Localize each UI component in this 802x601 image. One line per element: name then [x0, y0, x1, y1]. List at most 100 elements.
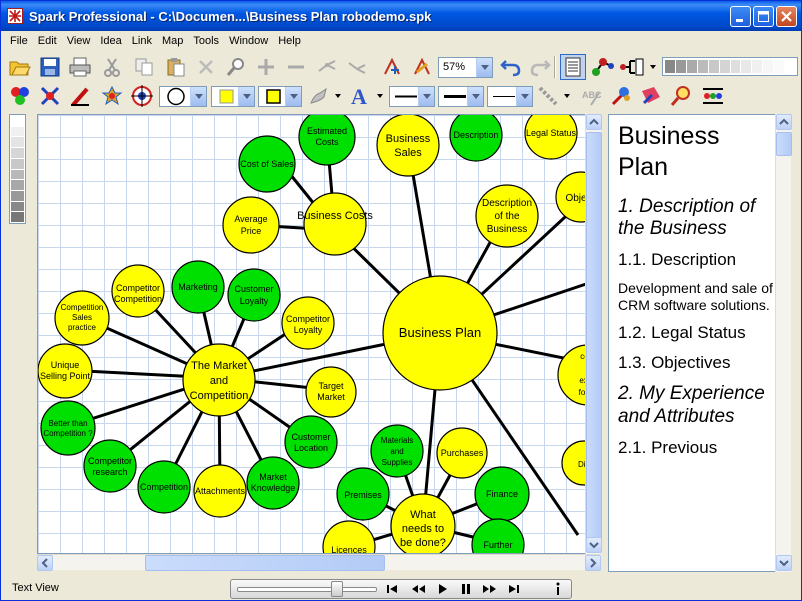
scroll-thumb[interactable]: [586, 132, 602, 552]
pause-icon[interactable]: [455, 581, 477, 597]
svg-text:CompetitorCompetition: Competitor Competition: [114, 283, 162, 304]
maximize-button[interactable]: [753, 6, 774, 27]
menu-file[interactable]: File: [5, 35, 33, 47]
menu-edit[interactable]: Edit: [33, 35, 62, 47]
mind-map-svg: Business Plan Business Costs Cost of Sal…: [38, 115, 600, 554]
menu-window[interactable]: Window: [224, 35, 273, 47]
tag-icon[interactable]: [608, 83, 634, 109]
chevron-down-icon[interactable]: [285, 87, 301, 106]
save-icon[interactable]: [37, 54, 63, 80]
map-horizontal-scrollbar[interactable]: [37, 554, 601, 571]
text-view-heading: 1. Description of the Business: [618, 195, 756, 239]
shape-select[interactable]: [159, 86, 207, 107]
scroll-left-button[interactable]: [37, 555, 53, 571]
redo-icon[interactable]: [527, 54, 553, 80]
map-vertical-scrollbar[interactable]: [585, 114, 602, 554]
title-bar[interactable]: Spark Professional - C:\Documen...\Busin…: [1, 1, 801, 31]
expand-branch-icon[interactable]: [315, 54, 341, 80]
color-wheel-icon[interactable]: [99, 83, 125, 109]
chevron-down-icon[interactable]: [335, 94, 341, 98]
star-burst-icon[interactable]: [37, 83, 63, 109]
minimize-button[interactable]: [730, 6, 751, 27]
link-style-select[interactable]: [487, 86, 533, 107]
svg-text:Obje: Obje: [565, 193, 587, 204]
open-folder-icon[interactable]: [7, 54, 33, 80]
zoom-select[interactable]: 57%: [438, 57, 493, 78]
mind-map-canvas[interactable]: Business Plan Business Costs Cost of Sal…: [37, 114, 601, 554]
link-ideas-icon[interactable]: [590, 54, 616, 80]
line-weight-select[interactable]: [438, 86, 484, 107]
add-idea-icon[interactable]: [253, 54, 279, 80]
scroll-up-button[interactable]: [776, 114, 792, 130]
outline-layout-icon[interactable]: [620, 54, 646, 80]
chevron-down-icon[interactable]: [418, 87, 434, 106]
target-icon[interactable]: [129, 83, 155, 109]
cut-icon[interactable]: [99, 54, 125, 80]
collapse-branch-icon[interactable]: [345, 54, 371, 80]
rewind-icon[interactable]: [407, 581, 429, 597]
line-style-select[interactable]: [389, 86, 435, 107]
menu-link[interactable]: Link: [127, 35, 157, 47]
paint-brush-icon[interactable]: [306, 83, 332, 109]
svg-text:TargetMarket: Target Market: [317, 381, 345, 402]
chevron-down-icon[interactable]: [476, 58, 492, 77]
status-bar: Text View: [1, 577, 801, 601]
svg-text:Licences: Licences: [331, 545, 367, 554]
magnify-icon[interactable]: [638, 83, 664, 109]
menu-bar: File Edit View Idea Link Map Tools Windo…: [1, 31, 801, 51]
chevron-down-icon[interactable]: [467, 87, 483, 106]
idea-node: [222, 196, 280, 254]
menu-view[interactable]: View: [62, 35, 96, 47]
pen-icon[interactable]: [67, 83, 93, 109]
node-label: Competition: [140, 482, 188, 492]
play-icon[interactable]: [431, 581, 453, 597]
branch-level-slider[interactable]: [9, 114, 26, 224]
chevron-down-icon[interactable]: [190, 87, 206, 106]
fill-color-select[interactable]: [211, 86, 255, 107]
font-icon[interactable]: A: [347, 83, 373, 109]
remove-idea-icon[interactable]: [283, 54, 309, 80]
svg-text:A: A: [351, 84, 367, 108]
info-icon[interactable]: [547, 581, 569, 597]
print-icon[interactable]: [67, 54, 93, 80]
scroll-thumb[interactable]: [145, 555, 385, 571]
paste-icon[interactable]: [163, 54, 189, 80]
line-color-select[interactable]: [258, 86, 302, 107]
delete-icon[interactable]: [193, 54, 219, 80]
outline-view-icon[interactable]: [560, 54, 586, 80]
menu-map[interactable]: Map: [157, 35, 188, 47]
skip-start-icon[interactable]: [381, 581, 403, 597]
playback-track[interactable]: [237, 587, 377, 592]
chevron-down-icon[interactable]: [650, 65, 656, 69]
undo-icon[interactable]: [498, 54, 524, 80]
style-palette-icon[interactable]: [7, 83, 33, 109]
copy-icon[interactable]: [131, 54, 157, 80]
scroll-thumb[interactable]: [776, 132, 792, 156]
menu-tools[interactable]: Tools: [188, 35, 224, 47]
spell-check-icon[interactable]: [535, 83, 561, 109]
scroll-down-button[interactable]: [776, 555, 792, 571]
playback-slider-handle[interactable]: [331, 581, 343, 597]
fast-forward-icon[interactable]: [479, 581, 501, 597]
menu-idea[interactable]: Idea: [95, 35, 126, 47]
paint-icon[interactable]: ABC: [579, 83, 605, 109]
edit-idea-icon[interactable]: [409, 54, 435, 80]
scroll-down-button[interactable]: [586, 537, 602, 553]
presentation-icon[interactable]: [668, 83, 694, 109]
skip-end-icon[interactable]: [503, 581, 525, 597]
find-icon[interactable]: [223, 54, 249, 80]
chevron-down-icon[interactable]: [238, 87, 254, 106]
zoom-slider[interactable]: [662, 57, 798, 76]
scroll-right-button[interactable]: [585, 555, 601, 571]
chevron-down-icon[interactable]: [564, 94, 570, 98]
scroll-up-button[interactable]: [586, 114, 602, 130]
chevron-down-icon[interactable]: [516, 87, 532, 106]
add-child-icon[interactable]: [379, 54, 405, 80]
chevron-down-icon[interactable]: [377, 94, 383, 98]
menu-help[interactable]: Help: [273, 35, 306, 47]
spark-style-icon[interactable]: [700, 83, 726, 109]
text-view-scrollbar[interactable]: [775, 114, 792, 572]
text-view-panel[interactable]: Business Plan 1. Description of the Busi…: [608, 114, 776, 572]
node-label: Marketing: [178, 282, 218, 292]
close-button[interactable]: [776, 6, 797, 27]
